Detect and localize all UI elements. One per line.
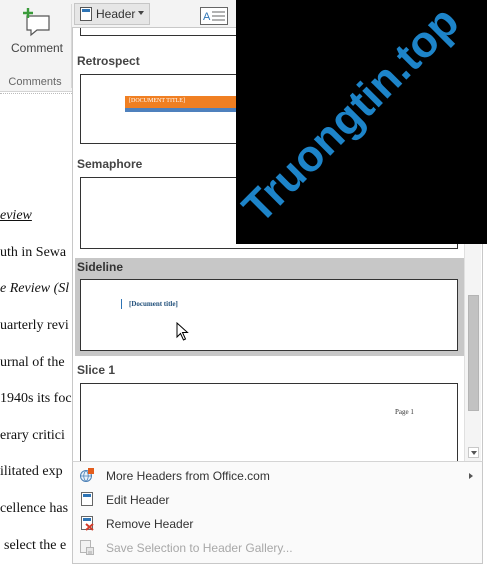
save-selection-icon bbox=[80, 540, 94, 555]
gallery-item-sideline-selected[interactable]: Sideline [Document title] bbox=[75, 258, 465, 356]
mouse-pointer-icon bbox=[176, 322, 189, 341]
comment-icon bbox=[23, 8, 50, 37]
watermark-logo-graphic: Truongtin.top bbox=[236, 0, 468, 232]
gallery-item-sideline[interactable]: [Document title] bbox=[80, 279, 458, 351]
menu-item-label: Edit Header bbox=[106, 493, 170, 507]
menu-item-save-selection: Save Selection to Header Gallery... bbox=[73, 536, 482, 560]
slice-thumb-text: Page 1 bbox=[395, 408, 414, 416]
ruler bbox=[0, 93, 72, 101]
comment-label: Comment bbox=[10, 41, 63, 55]
gallery-item-title: Slice 1 bbox=[77, 363, 116, 377]
scrollbar-thumb[interactable] bbox=[468, 295, 479, 411]
document-line: e Review (Sl bbox=[0, 281, 70, 296]
menu-item-label: Save Selection to Header Gallery... bbox=[106, 541, 293, 555]
svg-text:A: A bbox=[203, 11, 211, 23]
sideline-thumb-text: [Document title] bbox=[129, 300, 178, 308]
chevron-right-icon bbox=[469, 473, 473, 479]
scroll-down-button[interactable] bbox=[468, 447, 479, 458]
document-line: erary critici bbox=[0, 428, 65, 443]
document-line: cellence has bbox=[0, 501, 69, 516]
menu-item-label: More Headers from Office.com bbox=[106, 469, 270, 483]
header-dropdown-button[interactable]: Header bbox=[74, 3, 150, 25]
comments-group-label: Comments bbox=[8, 76, 62, 88]
document-line: ilitated exp bbox=[0, 464, 63, 479]
gallery-item-title: Sideline bbox=[77, 260, 124, 274]
edit-header-icon bbox=[81, 492, 93, 506]
watermark-text: Truongtin.top bbox=[236, 0, 468, 232]
menu-item-edit-header[interactable]: Edit Header bbox=[73, 488, 482, 512]
text-box-icon[interactable]: A bbox=[200, 7, 228, 25]
retrospect-thumb-text: [DOCUMENT TITLE] bbox=[129, 98, 185, 104]
menu-item-more-headers[interactable]: More Headers from Office.com bbox=[73, 464, 482, 488]
remove-header-icon bbox=[81, 516, 94, 531]
office-globe-icon bbox=[80, 468, 94, 482]
watermark-logo: Truongtin.top bbox=[236, 0, 487, 244]
document-line: uarterly revi bbox=[0, 318, 69, 333]
document-line: uth in Sewa bbox=[0, 245, 67, 260]
document-line: urnal of the bbox=[0, 355, 65, 370]
header-button-label: Header bbox=[96, 7, 136, 21]
menu-item-label: Remove Header bbox=[106, 517, 194, 531]
gallery-item-title: Semaphore bbox=[77, 157, 143, 171]
gallery-item-title: Retrospect bbox=[77, 54, 140, 68]
document-line: eview bbox=[0, 208, 32, 223]
header-icon bbox=[80, 7, 92, 21]
gallery-item-slice-1[interactable]: Page 1 bbox=[80, 383, 458, 466]
menu-item-remove-header[interactable]: Remove Header bbox=[73, 512, 482, 536]
header-menu: More Headers from Office.com Edit Header… bbox=[72, 461, 483, 564]
chevron-down-icon bbox=[471, 451, 477, 455]
new-comment-button[interactable]: Comment bbox=[4, 4, 70, 60]
document-line: 1940s its foc bbox=[0, 391, 72, 406]
sideline-accent-bar bbox=[121, 299, 122, 309]
document-line: select the e bbox=[4, 538, 67, 553]
chevron-down-icon bbox=[138, 11, 144, 15]
